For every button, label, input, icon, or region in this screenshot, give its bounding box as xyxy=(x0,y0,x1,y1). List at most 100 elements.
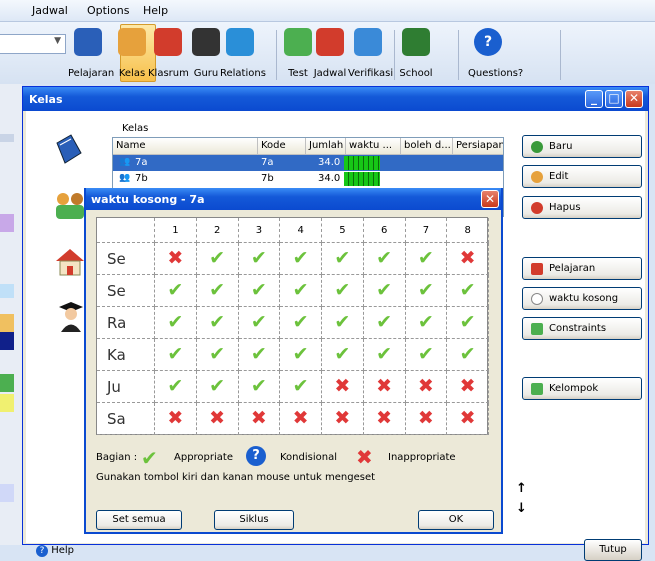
menu-jadwal[interactable]: Jadwal xyxy=(32,4,68,17)
col-header-persiapan[interactable]: Persiapan xyxy=(453,138,503,155)
slot-cell[interactable]: ✔ xyxy=(196,339,239,371)
period-header[interactable]: 8 xyxy=(447,218,489,243)
slot-cell[interactable]: ✔ xyxy=(196,307,239,339)
period-header[interactable]: 3 xyxy=(238,218,281,243)
arrow-up-icon[interactable]: ↑ xyxy=(516,481,527,496)
toolbar-button-verifikasi[interactable]: Verifikasi xyxy=(348,28,393,83)
slot-cell[interactable]: ✖ xyxy=(155,403,197,435)
slot-cell[interactable]: ✔ xyxy=(405,307,448,339)
slot-cell[interactable]: ✔ xyxy=(363,307,406,339)
slot-cell[interactable]: ✔ xyxy=(405,243,448,275)
toolbar-button-questions[interactable]: ? Questions? xyxy=(468,28,523,83)
slot-cell[interactable]: ✔ xyxy=(363,275,406,307)
tutup-button[interactable]: Tutup xyxy=(584,539,642,561)
slot-cell[interactable]: ✔ xyxy=(405,275,448,307)
slot-cell[interactable]: ✔ xyxy=(280,243,322,275)
slot-cell[interactable]: ✔ xyxy=(238,275,281,307)
slot-cell[interactable]: ✖ xyxy=(447,243,489,275)
toolbar-combo[interactable]: ▼ xyxy=(0,34,66,54)
col-header-kode[interactable]: Kode xyxy=(258,138,306,155)
slot-cell[interactable]: ✔ xyxy=(363,339,406,371)
dialog-close-button[interactable]: ✕ xyxy=(481,190,499,208)
slot-cell[interactable]: ✖ xyxy=(280,403,322,435)
slot-cell[interactable]: ✔ xyxy=(322,307,364,339)
slot-cell[interactable]: ✔ xyxy=(238,243,281,275)
slot-cell[interactable]: ✔ xyxy=(322,243,364,275)
period-header[interactable]: 2 xyxy=(196,218,239,243)
slot-cell[interactable]: ✖ xyxy=(322,403,364,435)
siklus-button[interactable]: Siklus xyxy=(214,510,294,530)
slot-cell[interactable]: ✔ xyxy=(447,307,489,339)
period-header[interactable]: 5 xyxy=(322,218,364,243)
slot-cell[interactable]: ✖ xyxy=(238,403,281,435)
kelompok-button[interactable]: Kelompok xyxy=(522,377,642,400)
slot-cell[interactable]: ✔ xyxy=(322,275,364,307)
slot-cell[interactable]: ✖ xyxy=(363,403,406,435)
edit-button[interactable]: Edit xyxy=(522,165,642,188)
help-button[interactable]: ? Help xyxy=(36,545,74,557)
slot-cell[interactable]: ✔ xyxy=(155,339,197,371)
slot-cell[interactable]: ✖ xyxy=(196,403,239,435)
period-header[interactable]: 7 xyxy=(405,218,448,243)
slot-cell[interactable]: ✔ xyxy=(280,307,322,339)
constraints-button[interactable]: Constraints xyxy=(522,317,642,340)
slot-cell[interactable]: ✖ xyxy=(363,371,406,403)
close-window-button[interactable]: ✕ xyxy=(625,90,643,108)
slot-cell[interactable]: ✔ xyxy=(238,307,281,339)
slot-cell[interactable]: ✖ xyxy=(155,243,197,275)
minimize-button[interactable]: _ xyxy=(585,90,603,108)
period-header[interactable]: 4 xyxy=(280,218,322,243)
hapus-button[interactable]: Hapus xyxy=(522,196,642,219)
menu-help[interactable]: Help xyxy=(143,4,168,17)
slot-cell[interactable]: ✔ xyxy=(280,275,322,307)
table-row[interactable]: 👥 7b 7b 34.0 xyxy=(113,171,503,187)
slot-cell[interactable]: ✔ xyxy=(238,339,281,371)
slot-cell[interactable]: ✔ xyxy=(363,243,406,275)
maximize-button[interactable]: □ xyxy=(605,90,623,108)
period-header[interactable]: 1 xyxy=(155,218,197,243)
slot-cell[interactable]: ✖ xyxy=(405,371,448,403)
col-header-name[interactable]: Name xyxy=(113,138,258,155)
baru-button[interactable]: Baru xyxy=(522,135,642,158)
col-header-jumlah[interactable]: Jumlah xyxy=(306,138,346,155)
col-header-waktu[interactable]: waktu ... xyxy=(346,138,401,155)
day-label[interactable]: Sa xyxy=(97,403,155,435)
slot-cell[interactable]: ✔ xyxy=(405,339,448,371)
col-header-boleh[interactable]: boleh d... xyxy=(401,138,453,155)
toolbar-button-pelajaran[interactable]: Pelajaran xyxy=(68,28,114,83)
slot-cell[interactable]: ✔ xyxy=(155,371,197,403)
slot-cell[interactable]: ✖ xyxy=(447,371,489,403)
table-row[interactable]: 👥 7a 7a 34.0 xyxy=(113,155,503,171)
menu-options[interactable]: Options xyxy=(87,4,129,17)
toolbar-button-jadwal[interactable]: Jadwal xyxy=(310,28,350,83)
slot-cell[interactable]: ✔ xyxy=(322,339,364,371)
period-header[interactable]: 6 xyxy=(363,218,406,243)
slot-cell[interactable]: ✔ xyxy=(447,339,489,371)
toolbar-button-klasrum[interactable]: Klasrum xyxy=(148,28,189,83)
slot-cell[interactable]: ✔ xyxy=(196,275,239,307)
waktu-kosong-button[interactable]: waktu kosong xyxy=(522,287,642,310)
ok-button[interactable]: OK xyxy=(418,510,494,530)
slot-cell[interactable]: ✔ xyxy=(196,243,239,275)
slot-cell[interactable]: ✖ xyxy=(322,371,364,403)
slot-cell[interactable]: ✔ xyxy=(196,371,239,403)
slot-cell[interactable]: ✔ xyxy=(238,371,281,403)
slot-cell[interactable]: ✖ xyxy=(405,403,448,435)
toolbar-button-relations[interactable]: Relations xyxy=(220,28,266,83)
slot-cell[interactable]: ✔ xyxy=(280,371,322,403)
toolbar-button-kelas[interactable]: Kelas xyxy=(112,28,152,83)
set-semua-button[interactable]: Set semua xyxy=(96,510,182,530)
slot-cell[interactable]: ✖ xyxy=(447,403,489,435)
slot-cell[interactable]: ✔ xyxy=(447,275,489,307)
slot-cell[interactable]: ✔ xyxy=(155,275,197,307)
slot-cell[interactable]: ✔ xyxy=(155,307,197,339)
day-label[interactable]: Se xyxy=(97,275,155,307)
day-label[interactable]: Ju xyxy=(97,371,155,403)
day-label[interactable]: Se xyxy=(97,243,155,275)
day-label[interactable]: Ka xyxy=(97,339,155,371)
arrow-down-icon[interactable]: ↓ xyxy=(516,501,527,516)
toolbar-button-school[interactable]: School xyxy=(396,28,436,83)
slot-cell[interactable]: ✔ xyxy=(280,339,322,371)
pelajaran-button[interactable]: Pelajaran xyxy=(522,257,642,280)
day-label[interactable]: Ra xyxy=(97,307,155,339)
